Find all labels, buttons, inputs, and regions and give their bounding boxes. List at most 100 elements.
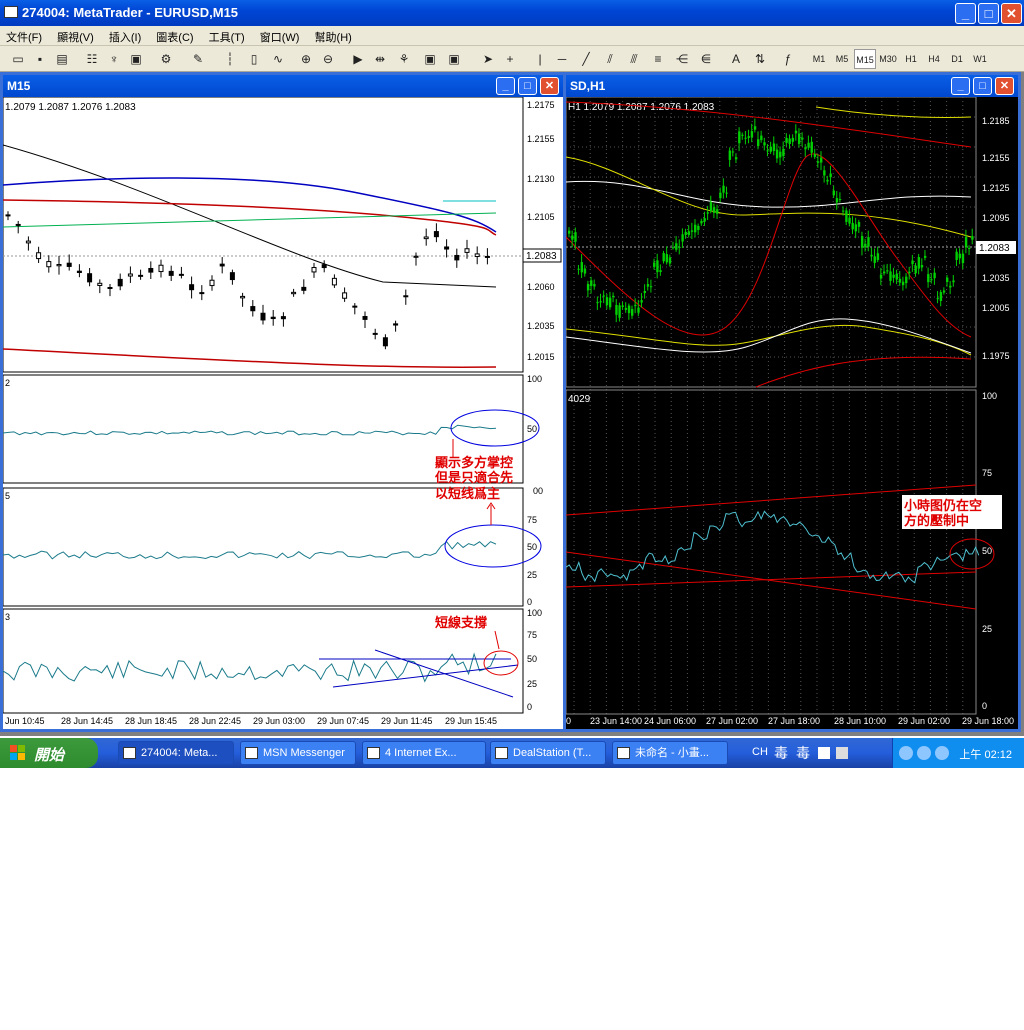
m15-chart-canvas[interactable]: 1.2079 1.2087 1.2076 1.2083 1.2175 1.2155…	[3, 97, 563, 729]
ie-task-icon	[367, 747, 380, 759]
candle-body-h1	[785, 137, 788, 143]
zoom-out-icon[interactable]: ⊖	[318, 49, 338, 69]
channel-icon[interactable]: ⫽	[600, 49, 620, 69]
metatrader-icon	[4, 6, 18, 18]
task-metatrader[interactable]: 274004: Meta...	[118, 741, 234, 765]
timeframe-h1[interactable]: H1	[900, 49, 922, 69]
line-chart-icon[interactable]: ∿	[268, 49, 288, 69]
menu-tools[interactable]: 工具(T)	[203, 26, 251, 45]
candle-body-h1	[734, 157, 738, 160]
crosshair-icon[interactable]: +	[500, 49, 520, 69]
candle-body-h1	[760, 135, 763, 141]
candle-body-h1	[612, 295, 615, 298]
minimize-button[interactable]: _	[955, 3, 976, 24]
market-watch-icon[interactable]: ☷	[82, 49, 102, 69]
chart-maximize-button[interactable]: □	[518, 77, 537, 95]
vertical-line-icon[interactable]: |	[530, 49, 550, 69]
task-dealstation[interactable]: DealStation (T...	[490, 741, 606, 765]
candle-body	[331, 277, 337, 286]
cursor-icon[interactable]: ➤	[478, 49, 498, 69]
candle-body-h1	[747, 136, 750, 138]
bar-chart-icon[interactable]: ┆	[220, 49, 240, 69]
chart-h1-close-button[interactable]: ✕	[995, 77, 1014, 95]
price-tick-h1: 1.2035	[982, 273, 1010, 283]
options-icon[interactable]: ⚙	[156, 49, 176, 69]
menu-charts[interactable]: 圖表(C)	[150, 26, 199, 45]
menu-view[interactable]: 顯視(V)	[51, 26, 100, 45]
h1-chart-canvas[interactable]: H1 1.2079 1.2087 1.2076 1.2083 1.2185 1.2…	[566, 97, 1018, 729]
start-button[interactable]: 開始	[0, 738, 98, 768]
chart-shift-icon[interactable]: ⇹	[370, 49, 390, 69]
ime-mode-2[interactable]: 毒	[796, 743, 810, 763]
candle-body	[454, 254, 460, 261]
templates-icon[interactable]: ▣	[444, 49, 464, 69]
chart-close-button[interactable]: ✕	[540, 77, 559, 95]
ime-mode-1[interactable]: 毒	[774, 743, 788, 763]
ohlc-label-h1: H1 1.2079 1.2087 1.2076 1.2083	[568, 102, 715, 113]
timeframe-w1[interactable]: W1	[969, 49, 991, 69]
timeframe-m15[interactable]: M15	[854, 49, 876, 69]
menu-insert[interactable]: 插入(I)	[103, 26, 147, 45]
task-internet-explorer[interactable]: 4 Internet Ex...	[362, 741, 486, 765]
timeframe-h4[interactable]: H4	[923, 49, 945, 69]
candle-body-h1	[690, 230, 694, 232]
candle-body-h1	[741, 134, 744, 136]
print-icon[interactable]: ▤	[52, 49, 72, 69]
price-tick: 1.2035	[527, 321, 555, 331]
arrows-icon[interactable]: ⇅	[750, 49, 770, 69]
chart-window-title: M15	[7, 79, 31, 93]
function-icon[interactable]: ƒ	[778, 49, 798, 69]
fibonacci-icon[interactable]: ≡	[648, 49, 668, 69]
timeframe-d1[interactable]: D1	[946, 49, 968, 69]
zoom-in-icon[interactable]: ⊕	[296, 49, 316, 69]
timeframe-m30[interactable]: M30	[877, 49, 899, 69]
maximize-button[interactable]: □	[978, 3, 999, 24]
ime-language[interactable]: CH	[752, 746, 768, 758]
candle-body-h1	[791, 137, 795, 142]
gann-icon[interactable]: ⫻	[624, 49, 644, 69]
save-icon[interactable]: ▪	[30, 49, 50, 69]
chart-window-m15[interactable]: M15 _ □ ✕ 1.2079 1.2087 1.2076 1.2083 1.…	[0, 72, 566, 732]
menu-bar: 文件(F) 顯視(V) 插入(I) 圖表(C) 工具(T) 窗口(W) 幫助(H…	[0, 26, 1024, 46]
navigator-icon[interactable]: ♆	[104, 49, 124, 69]
msn-tray-icon[interactable]	[935, 746, 949, 760]
candle-body-h1	[605, 297, 609, 306]
candle-body-h1	[971, 236, 974, 240]
tray-expand-icon[interactable]	[899, 746, 913, 760]
chart-minimize-button[interactable]: _	[496, 77, 515, 95]
ime-toggle-icon[interactable]	[818, 747, 830, 759]
new-chart-icon[interactable]: ▭	[8, 49, 28, 69]
trendline-icon[interactable]: ╱	[576, 49, 596, 69]
horizontal-line-icon[interactable]: ─	[552, 49, 572, 69]
candle-body-h1	[700, 220, 703, 224]
ime-softkbd-icon[interactable]	[836, 747, 848, 759]
close-button[interactable]: ✕	[1001, 3, 1022, 24]
periods-icon[interactable]: ▣	[420, 49, 440, 69]
menu-window[interactable]: 窗口(W)	[254, 26, 306, 45]
expert-icon[interactable]: ✎	[188, 49, 208, 69]
chart-h1-minimize-button[interactable]: _	[951, 77, 970, 95]
task-msn[interactable]: MSN Messenger	[240, 741, 356, 765]
chart-window-h1[interactable]: SD,H1 _ □ ✕ H1 1.2079 1.2087 1.2076 1.20…	[563, 72, 1021, 732]
chart-h1-maximize-button[interactable]: □	[973, 77, 992, 95]
candle-chart-icon[interactable]: ▯	[244, 49, 264, 69]
metatrader-task-icon	[123, 747, 136, 759]
candle-body	[413, 255, 419, 258]
task-dealstation-label: DealStation (T...	[513, 747, 592, 759]
fib-arc-icon[interactable]: ⋹	[696, 49, 716, 69]
time-tick-h1: 29 Jun 02:00	[898, 716, 950, 726]
text-icon[interactable]: A	[726, 49, 746, 69]
menu-help[interactable]: 幫助(H)	[309, 26, 358, 45]
timeframe-m1[interactable]: M1	[808, 49, 830, 69]
autoscroll-icon[interactable]: ▶	[348, 49, 368, 69]
fib-fan-icon[interactable]: ⋲	[672, 49, 692, 69]
candle-body-h1	[687, 231, 691, 236]
menu-file[interactable]: 文件(F)	[0, 26, 48, 45]
price-tick: 1.2015	[527, 352, 555, 362]
terminal-icon[interactable]: ▣	[126, 49, 146, 69]
task-paint[interactable]: 未命名 - 小畫...	[612, 741, 728, 765]
network-icon[interactable]	[917, 746, 931, 760]
candle-body	[168, 270, 174, 276]
timeframe-m5[interactable]: M5	[831, 49, 853, 69]
indicators-icon[interactable]: ⚘	[394, 49, 414, 69]
